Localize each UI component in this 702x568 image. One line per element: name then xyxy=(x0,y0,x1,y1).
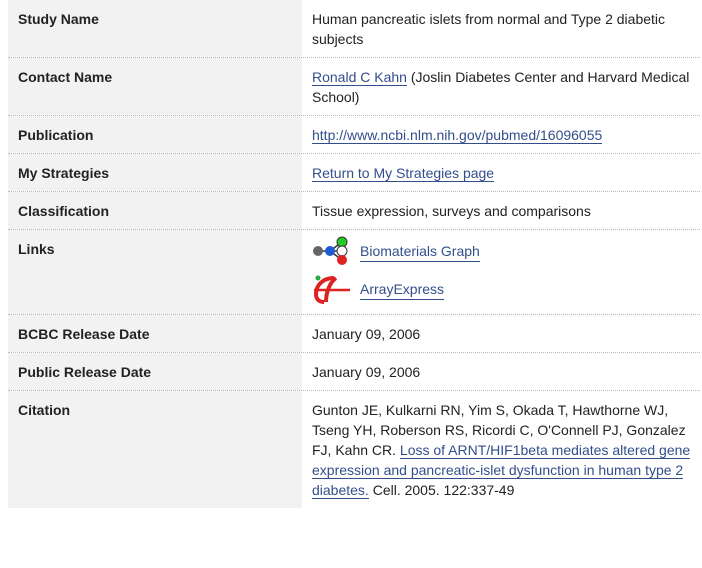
label-study-name: Study Name xyxy=(8,0,302,57)
value-contact-name: Ronald C Kahn (Joslin Diabetes Center an… xyxy=(302,58,700,115)
label-classification: Classification xyxy=(8,192,302,229)
row-publication: Publication http://www.ncbi.nlm.nih.gov/… xyxy=(8,116,700,154)
label-contact-name: Contact Name xyxy=(8,58,302,115)
biomaterials-graph-entry: Biomaterials Graph xyxy=(312,236,700,266)
value-citation: Gunton JE, Kulkarni RN, Yim S, Okada T, … xyxy=(302,391,700,508)
arrayexpress-icon[interactable] xyxy=(312,274,360,304)
biomaterials-graph-link[interactable]: Biomaterials Graph xyxy=(360,241,480,262)
value-my-strategies: Return to My Strategies page xyxy=(302,154,700,191)
value-bcbc-release-date: January 09, 2006 xyxy=(312,326,421,342)
label-my-strategies: My Strategies xyxy=(8,154,302,191)
value-public-release-date: January 09, 2006 xyxy=(312,364,421,380)
value-study-name: Human pancreatic islets from normal and … xyxy=(312,11,666,47)
contact-name-link[interactable]: Ronald C Kahn xyxy=(312,69,407,86)
citation-journal: Cell. 2005. 122:337-49 xyxy=(368,482,515,498)
row-contact-name: Contact Name Ronald C Kahn (Joslin Diabe… xyxy=(8,58,700,116)
value-publication: http://www.ncbi.nlm.nih.gov/pubmed/16096… xyxy=(302,116,700,153)
biomaterials-graph-icon[interactable] xyxy=(312,236,360,266)
label-bcbc-release-date: BCBC Release Date xyxy=(8,315,302,352)
label-public-release-date: Public Release Date xyxy=(8,353,302,390)
value-classification: Tissue expression, surveys and compariso… xyxy=(312,203,591,219)
row-classification: Classification Tissue expression, survey… xyxy=(8,192,700,230)
label-links: Links xyxy=(8,230,302,314)
arrayexpress-link[interactable]: ArrayExpress xyxy=(360,279,445,300)
arrayexpress-entry: ArrayExpress xyxy=(312,274,700,304)
return-to-strategies-link[interactable]: Return to My Strategies page xyxy=(312,165,495,182)
label-publication: Publication xyxy=(8,116,302,153)
row-my-strategies: My Strategies Return to My Strategies pa… xyxy=(8,154,700,192)
value-links: Biomaterials Graph ArrayExpress xyxy=(302,230,700,314)
row-public-release-date: Public Release Date January 09, 2006 xyxy=(8,353,700,391)
row-bcbc-release-date: BCBC Release Date January 09, 2006 xyxy=(8,315,700,353)
label-citation: Citation xyxy=(8,391,302,508)
publication-link[interactable]: http://www.ncbi.nlm.nih.gov/pubmed/16096… xyxy=(312,127,603,144)
row-study-name: Study Name Human pancreatic islets from … xyxy=(8,0,700,58)
row-links: Links Biomaterials Graph ArrayExpress xyxy=(8,230,700,315)
study-details-table: Study Name Human pancreatic islets from … xyxy=(8,0,700,508)
row-citation: Citation Gunton JE, Kulkarni RN, Yim S, … xyxy=(8,391,700,508)
